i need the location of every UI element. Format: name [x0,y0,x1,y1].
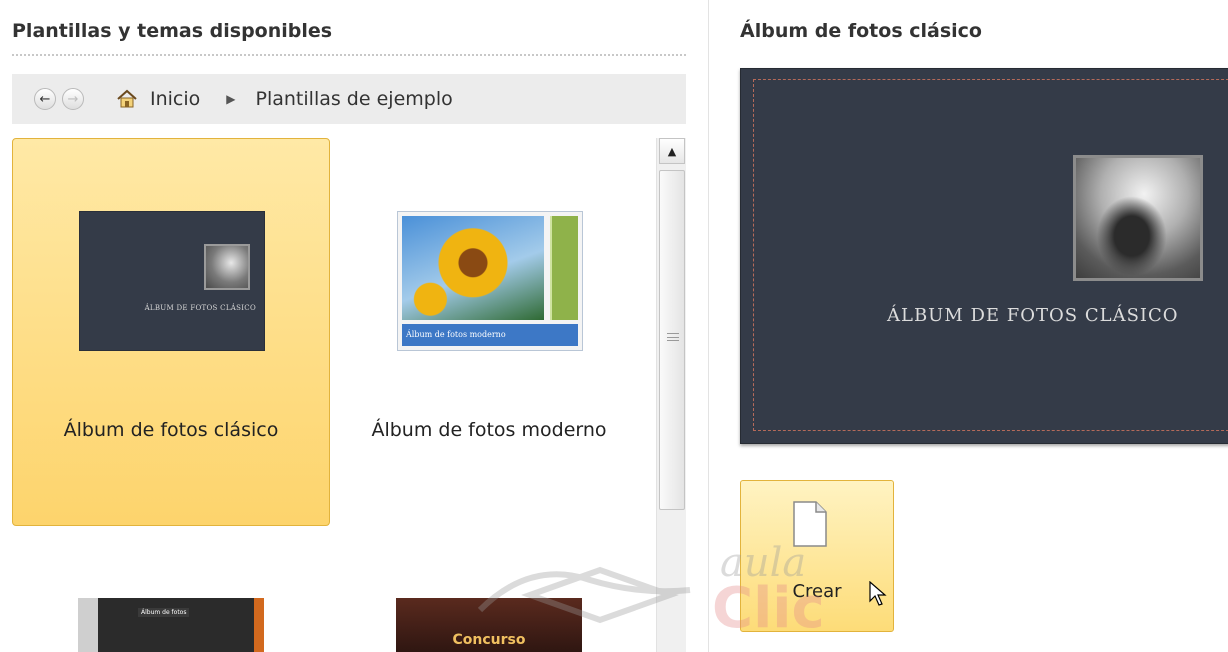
preview-title: Álbum de fotos clásico [740,20,982,42]
home-icon[interactable] [116,88,138,110]
forward-arrow-icon[interactable]: → [62,88,84,110]
watermark-text: Clic [712,576,825,641]
title-divider [12,54,686,56]
breadcrumb-bar: ← → Inicio ▶ Plantillas de ejemplo [12,74,686,124]
template-preview: ÁLBUM DE FOTOS CLÁSICO [740,68,1228,444]
chevron-right-icon: ▶ [226,92,236,106]
sunflower-image [402,216,544,320]
watermark-logo: aula Clic [470,540,830,652]
template-label: Álbum de fotos clásico [63,419,279,441]
thumbnail-caption: Álbum de fotos moderno [402,324,578,346]
scroll-thumb[interactable] [659,170,685,510]
template-tile-classic[interactable]: ÁLBUM DE FOTOS CLÁSICO Álbum de fotos cl… [12,138,330,526]
template-tile-modern[interactable]: Álbum de fotos moderno Álbum de fotos mo… [330,138,646,526]
mouse-cursor-icon [869,581,887,606]
template-thumbnail-partial[interactable]: Álbum de fotos [78,598,264,652]
grip-icon [667,333,679,341]
mountain-photo-image [1073,155,1203,281]
thumbnail-caption: Álbum de fotos [138,608,190,617]
preview-caption: ÁLBUM DE FOTOS CLÁSICO [887,305,1179,326]
template-thumbnail: Álbum de fotos moderno [397,211,583,351]
graduation-cap-icon [477,566,691,624]
breadcrumb-current[interactable]: Plantillas de ejemplo [256,88,453,110]
scroll-up-arrow-icon[interactable]: ▲ [659,138,685,164]
template-label: Álbum de fotos moderno [371,419,607,441]
thumbnail-accent-strip [550,216,578,320]
back-arrow-icon[interactable]: ← [34,88,56,110]
thumbnail-caption: ÁLBUM DE FOTOS CLÁSICO [144,304,256,312]
photo-image [204,244,250,290]
template-thumbnail: ÁLBUM DE FOTOS CLÁSICO [79,211,265,351]
section-title: Plantillas y temas disponibles [12,20,333,42]
breadcrumb-home[interactable]: Inicio [150,88,200,110]
